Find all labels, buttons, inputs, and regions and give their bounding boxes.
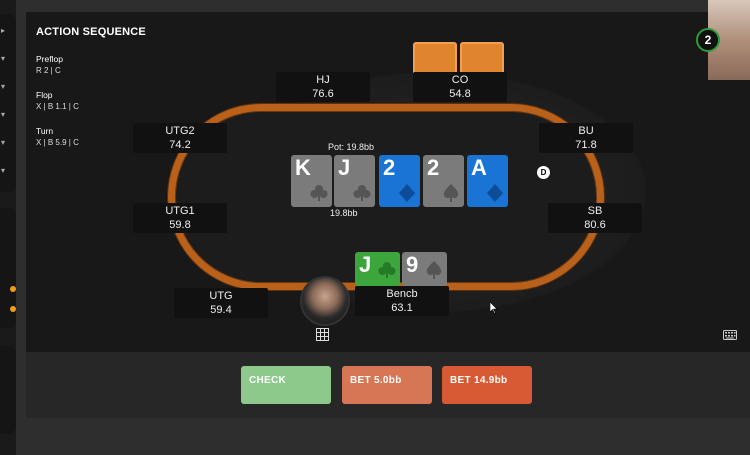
bottom-bar [16,418,750,455]
chevron-down-icon[interactable]: ▾ [1,166,5,175]
street-actions: X | B 5.9 | C [36,138,79,147]
card-rank: J [359,252,372,277]
mouse-cursor-icon [490,302,498,314]
chevron-down-icon[interactable]: ▾ [1,138,5,147]
hero-avatar [300,276,350,326]
club-icon [378,262,396,278]
seat-stack: 59.4 [210,304,232,316]
diamond-icon [487,184,503,202]
seat-stack: 80.6 [584,219,606,231]
check-button[interactable]: CHECK [241,366,331,404]
card-rank: 2 [383,155,396,180]
seat-name: CO [451,74,469,86]
card-rank: 2 [427,155,440,180]
seat-name: SB [587,205,603,217]
poker-app: ▸ ▾ ▾ ▾ ▾ ▾ ACTION SEQUENCE Preflop R 2 … [0,0,750,455]
seat-name: UTG1 [165,205,195,217]
left-panel-top[interactable]: ▸ ▾ ▾ ▾ ▾ ▾ [0,14,16,192]
card-back [460,42,504,76]
seat-stack: 71.8 [575,139,597,151]
timer-badge: 2 [696,28,720,52]
pot-label: Pot: 19.8bb [328,142,375,152]
seat-utg2[interactable]: UTG2 74.2 [133,123,227,153]
keyboard-icon[interactable] [723,330,737,340]
seat-name: UTG [209,290,233,302]
board-card: J [334,155,375,207]
street-name: Preflop [36,54,63,64]
left-panel-middle[interactable] [0,208,16,328]
club-icon [353,185,371,201]
seat-co[interactable]: CO 54.8 [413,72,507,102]
card-rank: A [471,155,487,180]
grid-icon[interactable] [316,328,329,341]
bet-small-button[interactable]: BET 5.0bb [342,366,432,404]
spade-icon [426,261,442,279]
card-back [413,42,457,76]
seat-hero[interactable]: Bencb 63.1 [355,286,449,316]
seat-sb[interactable]: SB 80.6 [548,203,642,233]
pot-amount: 19.8bb [330,208,358,218]
card-rank: J [338,155,351,180]
seat-name: UTG2 [165,125,195,137]
bet-large-button[interactable]: BET 14.9bb [442,366,532,404]
street-name: Turn [36,126,54,136]
card-rank: 9 [406,252,419,277]
diamond-icon [399,184,415,202]
status-dot-icon [10,306,16,312]
street-actions: R 2 | C [36,66,61,75]
board-card: 2 [423,155,464,207]
chevron-down-icon[interactable]: ▾ [1,82,5,91]
hero-card: 9 [402,252,447,286]
seat-stack: 74.2 [169,139,191,151]
seat-hj[interactable]: HJ 76.6 [276,72,370,102]
club-icon [310,185,328,201]
seat-stack: 59.8 [169,219,191,231]
seat-bu[interactable]: BU 71.8 [539,123,633,153]
seat-name: HJ [316,74,330,86]
action-sequence-title: ACTION SEQUENCE [36,26,146,38]
hero-card: J [355,252,400,286]
dealer-button: D [537,166,550,179]
street-name: Flop [36,90,53,100]
board-card: 2 [379,155,420,207]
seat-stack: 54.8 [449,88,471,100]
seat-name: Bencb [386,288,418,300]
seat-utg1[interactable]: UTG1 59.8 [133,203,227,233]
spade-icon [443,184,459,202]
board-card: A [467,155,508,207]
status-dot-icon [10,286,16,292]
seat-stack: 76.6 [312,88,334,100]
left-panel-bottom[interactable] [0,346,16,434]
card-rank: K [295,155,311,180]
seat-name: BU [578,125,594,137]
board-card: K [291,155,332,207]
chevron-down-icon[interactable]: ▾ [1,54,5,63]
street-actions: X | B 1.1 | C [36,102,79,111]
seat-stack: 63.1 [391,302,413,314]
chevron-down-icon[interactable]: ▾ [1,110,5,119]
seat-utg[interactable]: UTG 59.4 [174,288,268,318]
chevron-right-icon[interactable]: ▸ [1,26,5,35]
